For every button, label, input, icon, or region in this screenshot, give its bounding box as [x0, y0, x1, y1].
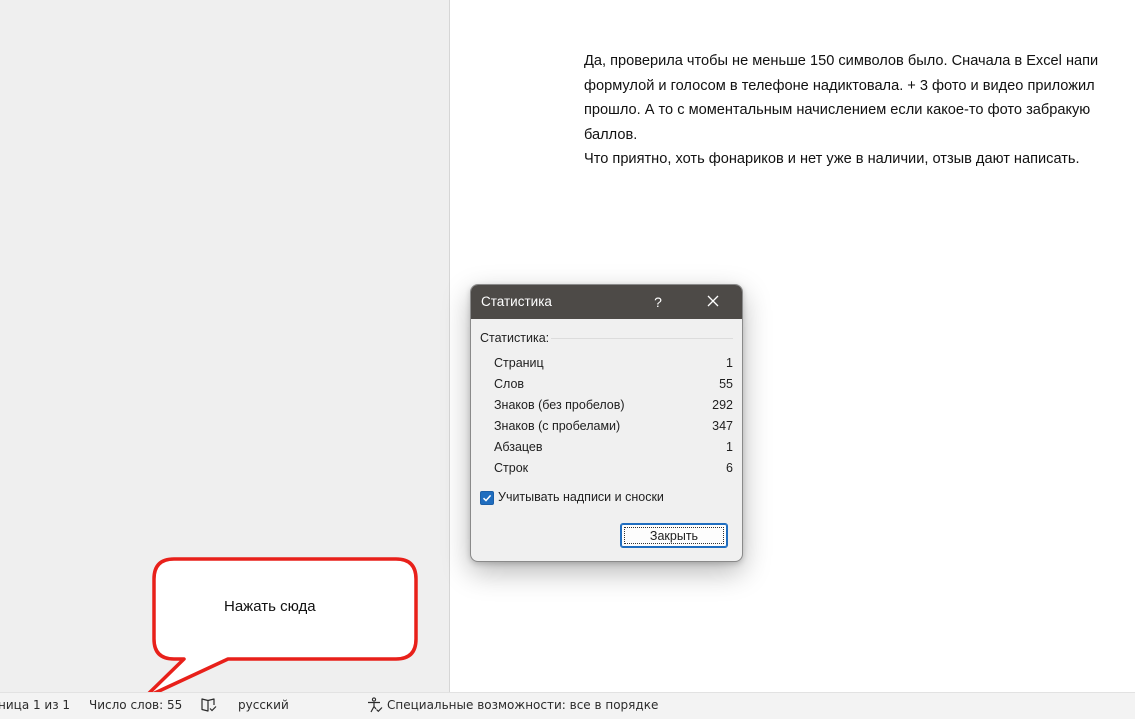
group-divider [551, 338, 733, 339]
close-button-label: Закрыть [649, 529, 699, 543]
document-line: Что приятно, хоть фонариков и нет уже в … [584, 151, 1080, 167]
dialog-close-button[interactable] [701, 291, 725, 313]
stat-row-pages: Страниц 1 [494, 356, 733, 376]
stat-value: 1 [726, 356, 733, 370]
stat-label: Страниц [494, 356, 544, 370]
document-line: формулой и голосом в телефоне надиктовал… [584, 77, 1095, 94]
help-button[interactable]: ? [647, 291, 669, 313]
accessibility-status[interactable]: Специальные возможности: все в порядке [387, 698, 658, 712]
callout-bubble [142, 557, 418, 700]
close-icon [707, 295, 719, 307]
stat-label: Строк [494, 461, 529, 475]
stat-label: Знаков (с пробелами) [494, 419, 621, 433]
dialog-title: Статистика [481, 294, 552, 309]
stat-label: Слов [494, 377, 525, 391]
stat-label: Знаков (без пробелов) [494, 398, 625, 412]
page-number-indicator[interactable]: ница 1 из 1 [0, 698, 70, 712]
document-line: прошло. А то с моментальным начислением … [584, 102, 1091, 118]
document-line: баллов. [584, 126, 638, 143]
stat-row-lines: Строк 6 [494, 461, 733, 481]
dialog-titlebar[interactable]: Статистика ? [471, 285, 742, 319]
stat-value: 55 [719, 377, 733, 391]
word-count-dialog: Статистика ? Статистика: Страниц 1 Слов … [470, 284, 743, 562]
stat-row-words: Слов 55 [494, 377, 733, 397]
stat-value: 292 [712, 398, 733, 412]
statistics-group-label: Статистика: [480, 331, 550, 345]
stat-row-chars-no-spaces: Знаков (без пробелов) 292 [494, 398, 733, 418]
document-body-text[interactable]: Да, проверила чтобы не меньше 150 символ… [584, 49, 1135, 172]
include-textboxes-checkbox[interactable] [480, 491, 494, 505]
stat-value: 1 [726, 440, 733, 454]
stat-row-paragraphs: Абзацев 1 [494, 440, 733, 460]
include-textboxes-label[interactable]: Учитывать надписи и сноски [498, 490, 664, 504]
callout-text: Нажать сюда [224, 598, 316, 615]
status-bar: ница 1 из 1 Число слов: 55 русский Специ… [0, 692, 1135, 719]
book-check-icon[interactable] [200, 697, 218, 716]
language-indicator[interactable]: русский [238, 698, 289, 712]
stat-label: Абзацев [494, 440, 543, 454]
close-button[interactable]: Закрыть [620, 523, 728, 548]
document-line: Да, проверила чтобы не меньше 150 символ… [584, 53, 1099, 69]
stat-value: 6 [726, 461, 733, 475]
stat-value: 347 [712, 419, 733, 433]
stat-row-chars-with-spaces: Знаков (с пробелами) 347 [494, 419, 733, 439]
accessibility-icon[interactable] [366, 697, 384, 716]
word-count-indicator[interactable]: Число слов: 55 [89, 698, 182, 712]
checkmark-icon [482, 494, 492, 502]
